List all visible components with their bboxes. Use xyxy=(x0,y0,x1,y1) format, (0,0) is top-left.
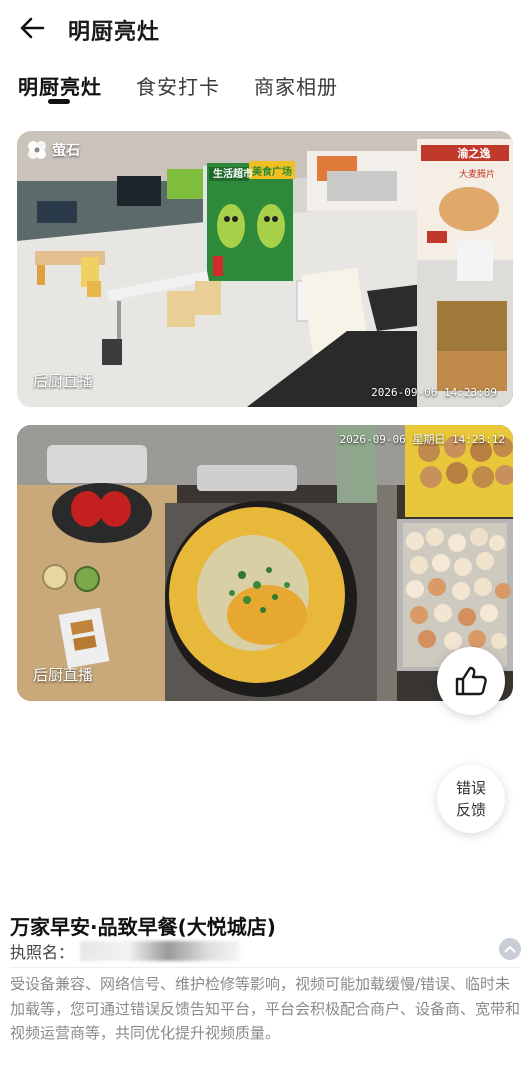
tab-store-album[interactable]: 商家相册 xyxy=(254,71,338,100)
feedback-label-line1: 错误 xyxy=(455,779,486,797)
tab-bar: 明厨亮灶 食安打卡 商家相册 xyxy=(0,66,530,110)
kitchen-live-video-2[interactable]: 后厨直播 2026-09-06 星期日 14:23:12 xyxy=(17,425,513,701)
food-court-sign: 美食广场 xyxy=(252,167,292,178)
feedback-label-line2: 反馈 xyxy=(455,801,486,819)
divider xyxy=(10,967,520,968)
kitchen-live-video-1[interactable]: 萤石 生活超市 美食广场 渝之逸 大麦腾片 后厨直播 2026-09-06 14… xyxy=(17,131,513,407)
camera-brand-name: 萤石 xyxy=(52,143,80,159)
video-label: 后厨直播 xyxy=(33,372,94,390)
video-label: 后厨直播 xyxy=(33,666,94,684)
license-value-redacted xyxy=(80,941,241,961)
tab-food-safety-checkin[interactable]: 食安打卡 xyxy=(136,71,220,100)
video-timestamp: 2026-09-06 星期日 14:23:12 xyxy=(339,433,505,446)
restaurant-sign: 渝之逸 xyxy=(457,147,491,160)
license-label: 执照名： xyxy=(10,943,75,962)
like-button[interactable] xyxy=(437,647,505,715)
video-timestamp: 2026-09-06 14:23:09 xyxy=(371,386,497,399)
active-tab-indicator xyxy=(48,99,70,104)
thumbs-up-icon xyxy=(455,666,487,696)
ezviz-logo-icon xyxy=(28,141,46,159)
chevron-up-icon xyxy=(504,946,516,953)
back-button[interactable] xyxy=(14,12,50,44)
tab-kitchen-live[interactable]: 明厨亮灶 xyxy=(18,71,102,100)
griddle-video-frame xyxy=(17,425,513,701)
error-feedback-button[interactable]: 错误 反馈 xyxy=(437,765,505,833)
top-bar: 明厨亮灶 xyxy=(0,0,530,56)
arrow-left-icon xyxy=(20,17,45,39)
collapse-button[interactable] xyxy=(499,938,521,960)
menu-poster-text: 大麦腾片 xyxy=(458,170,495,180)
page-title: 明厨亮灶 xyxy=(68,20,161,45)
store-name: 万家早安·品致早餐(大悦城店) xyxy=(10,915,276,939)
license-row: 执照名： xyxy=(10,939,241,963)
camera-brand-logo: 萤石 xyxy=(26,139,80,161)
video-notice: 受设备兼容、网络信号、维护检修等影响，视频可能加载缓慢/错误、临时未加载等，您可… xyxy=(10,975,521,1042)
